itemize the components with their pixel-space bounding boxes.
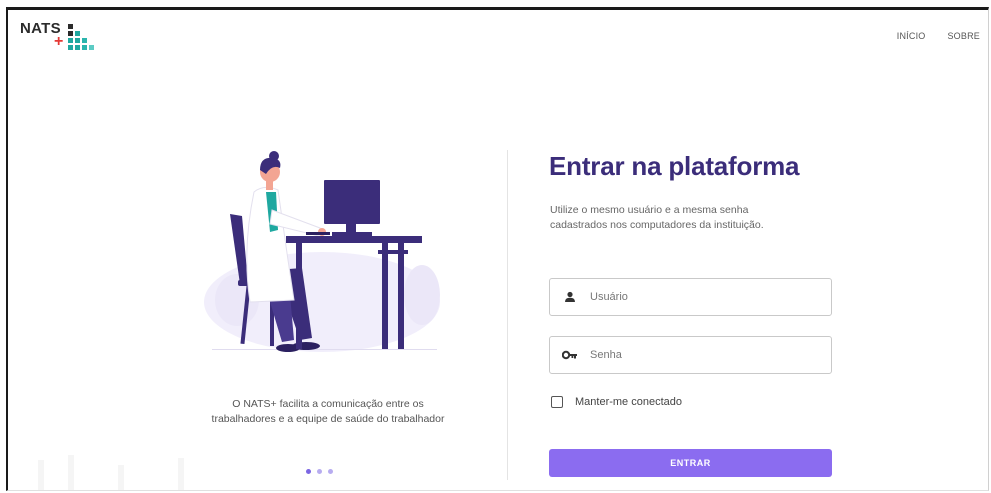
- column-divider: [507, 150, 508, 480]
- logo-bars-icon: [68, 24, 94, 50]
- remember-me-label: Manter-me conectado: [575, 396, 682, 408]
- password-field[interactable]: [549, 336, 832, 374]
- key-icon: [562, 347, 578, 363]
- doctor-at-desk-illustration: [204, 151, 440, 352]
- top-nav: INÍCIO SOBRE: [897, 31, 980, 41]
- nav-link-sobre[interactable]: SOBRE: [947, 31, 980, 41]
- caption-line-2: trabalhadores e a equipe de saúde do tra…: [211, 413, 445, 425]
- user-icon: [562, 289, 578, 305]
- remember-me[interactable]: Manter-me conectado: [551, 396, 682, 408]
- remember-me-checkbox[interactable]: [551, 396, 563, 408]
- username-field[interactable]: [549, 278, 832, 316]
- login-submit-button[interactable]: ENTRAR: [549, 449, 832, 477]
- hero-caption: O NATS+ facilita a comunicação entre os …: [183, 397, 473, 427]
- caption-line-1: O NATS+ facilita a comunicação entre os: [232, 398, 424, 410]
- nats-logo[interactable]: NATS +: [20, 20, 110, 60]
- subtitle-line-2: cadastrados nos computadores da institui…: [550, 219, 764, 231]
- login-subtitle: Utilize o mesmo usuário e a mesma senha …: [550, 203, 830, 233]
- carousel-dot-3[interactable]: [328, 469, 333, 474]
- background-decoration: [38, 455, 184, 490]
- carousel-dot-1[interactable]: [306, 469, 311, 474]
- subtitle-line-1: Utilize o mesmo usuário e a mesma senha: [550, 204, 749, 216]
- carousel-dot-2[interactable]: [317, 469, 322, 474]
- nav-link-inicio[interactable]: INÍCIO: [897, 31, 926, 41]
- page-title: Entrar na plataforma: [549, 151, 800, 181]
- logo-plus: +: [54, 33, 64, 50]
- app-window: NATS + INÍCIO SOBRE O NATS+ facilita a c…: [6, 7, 989, 491]
- username-input[interactable]: [588, 290, 812, 304]
- carousel-dots: [306, 469, 333, 474]
- password-input[interactable]: [588, 348, 812, 362]
